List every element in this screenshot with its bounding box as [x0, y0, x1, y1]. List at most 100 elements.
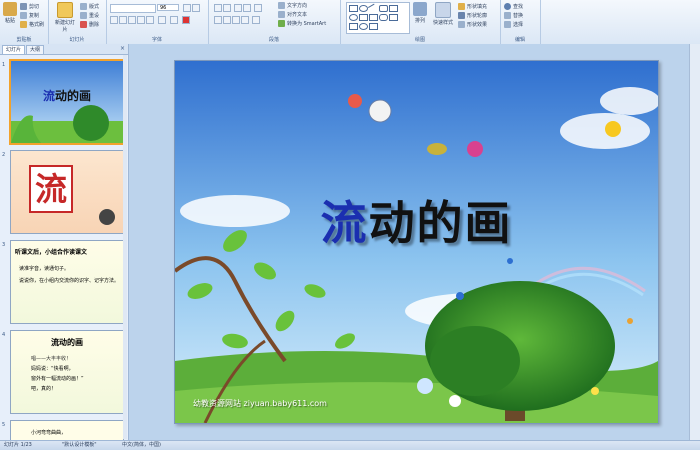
- increase-indent-icon[interactable]: [243, 4, 251, 12]
- font-name-field[interactable]: [110, 4, 156, 13]
- smiley-shape-icon[interactable]: [359, 23, 368, 30]
- layout-button[interactable]: 版式: [80, 3, 99, 10]
- outline-pen-icon: [458, 12, 465, 19]
- reset-button[interactable]: 重设: [80, 12, 99, 19]
- callout-shape-icon[interactable]: [379, 14, 388, 21]
- ribbon: 粘贴 剪切 复制 格式刷 剪贴板 新建幻灯片 版式 重设 删除 幻灯片 96 字…: [0, 0, 700, 45]
- line-shape-icon[interactable]: [367, 3, 378, 13]
- font-color-icon[interactable]: [182, 16, 190, 24]
- find-button[interactable]: 查找: [504, 3, 523, 10]
- circle-shape-icon[interactable]: [349, 14, 358, 21]
- arrow-shape-icon[interactable]: [359, 14, 368, 21]
- smartart-icon: [278, 20, 285, 27]
- slide-number: 1: [2, 62, 6, 68]
- character-icon: [99, 209, 115, 225]
- new-slide-button[interactable]: 新建幻灯片: [54, 2, 76, 33]
- font-group: 96 字体: [106, 0, 209, 44]
- quick-styles-icon: [435, 2, 451, 18]
- current-slide[interactable]: 流动的画 幼教资源网站 ziyuan.baby611.com: [174, 60, 659, 424]
- drawing-group: 排列 快速样式 形状填充 形状轮廓 形状效果 绘图: [340, 0, 501, 44]
- columns-icon[interactable]: [252, 16, 260, 24]
- rounded-rect-shape-icon[interactable]: [379, 5, 388, 12]
- shape-effects-button[interactable]: 形状效果: [458, 21, 487, 28]
- scissors-icon: [20, 3, 27, 10]
- textbox-shape-icon[interactable]: [389, 5, 398, 12]
- strikethrough-icon[interactable]: [137, 16, 145, 24]
- shapes-gallery[interactable]: [346, 2, 410, 34]
- text-direction-button[interactable]: 文字方向: [278, 2, 307, 9]
- tab-outline[interactable]: 大纲: [26, 45, 45, 54]
- align-center-icon[interactable]: [223, 16, 231, 24]
- triangle-shape-icon[interactable]: [349, 23, 358, 30]
- rectangle-shape-icon[interactable]: [349, 5, 358, 12]
- copy-button[interactable]: 复制: [20, 12, 39, 19]
- convert-smartart-button[interactable]: 转换为 SmartArt: [278, 20, 326, 27]
- char-spacing-icon[interactable]: [158, 16, 166, 24]
- tab-slides[interactable]: 幻灯片: [2, 45, 26, 54]
- shape-outline-button[interactable]: 形状轮廓: [458, 12, 487, 19]
- slide-watermark: 幼教资源网站 ziyuan.baby611.com: [193, 399, 327, 408]
- star-shape-icon[interactable]: [369, 14, 378, 21]
- slide-editor: 流动的画 幼教资源网站 ziyuan.baby611.com: [129, 44, 700, 440]
- numbering-icon[interactable]: [223, 4, 231, 12]
- slide-number: 4: [2, 332, 6, 338]
- text-direction-icon: [278, 2, 285, 9]
- cursor-icon: [504, 21, 511, 28]
- curve-shape-icon[interactable]: [369, 23, 378, 30]
- fill-bucket-icon: [458, 3, 465, 10]
- line-spacing-icon[interactable]: [254, 4, 262, 12]
- slide-thumbnail-5[interactable]: 小河弯弯曲曲，: [10, 420, 124, 441]
- change-case-icon[interactable]: [170, 16, 178, 24]
- quick-styles-button[interactable]: 快速样式: [432, 2, 454, 26]
- layout-icon: [80, 3, 87, 10]
- paste-button[interactable]: 粘贴: [2, 2, 18, 24]
- slide-title[interactable]: 流动的画: [175, 187, 658, 253]
- thumb-line: 唱——大丰丰收！: [31, 356, 72, 362]
- paragraph-group: 文字方向 对齐文本 转换为 SmartArt 段落: [208, 0, 341, 44]
- select-button[interactable]: 选择: [504, 21, 523, 28]
- thumb-bullet: 说说你，在小组内交流你的识字、记字方法。: [19, 278, 120, 284]
- thumb-line: 小河弯弯曲曲，: [31, 430, 67, 436]
- cut-button[interactable]: 剪切: [20, 3, 39, 10]
- slides-group-label: 幻灯片: [69, 37, 85, 43]
- slide-thumbnail-1[interactable]: 流动的画: [9, 59, 125, 145]
- thumb-line: 窗外有一幅流动的画！”: [31, 376, 84, 382]
- format-painter-button[interactable]: 格式刷: [20, 21, 44, 28]
- pane-scrollbar[interactable]: [123, 55, 127, 439]
- reset-icon: [80, 12, 87, 19]
- delete-button[interactable]: 删除: [80, 21, 99, 28]
- grow-font-icon[interactable]: [183, 4, 191, 12]
- clipboard-group: 粘贴 剪切 复制 格式刷 剪贴板: [0, 0, 49, 44]
- thumb-heading: 流动的画: [51, 338, 83, 347]
- shadow-icon[interactable]: [146, 16, 154, 24]
- align-left-icon[interactable]: [214, 16, 222, 24]
- font-size-field[interactable]: 96: [157, 4, 179, 11]
- slide-thumbnail-2[interactable]: 流: [10, 150, 124, 234]
- shrink-font-icon[interactable]: [192, 4, 200, 12]
- close-icon[interactable]: ×: [120, 45, 125, 52]
- binoculars-icon: [504, 3, 511, 10]
- arrange-button[interactable]: 排列: [412, 2, 428, 24]
- drawing-group-label: 绘图: [414, 37, 425, 43]
- thumb-big-char: 流: [29, 165, 73, 213]
- editor-scrollbar[interactable]: [689, 44, 700, 440]
- copy-icon: [20, 12, 27, 19]
- clipboard-group-label: 剪贴板: [16, 37, 32, 43]
- align-text-icon: [278, 11, 285, 18]
- italic-icon[interactable]: [119, 16, 127, 24]
- align-right-icon[interactable]: [232, 16, 240, 24]
- slide-thumbnail-3[interactable]: 听课文后，小组合作读课文 读准字音，读通句子。 说说你，在小组内交流你的识字、记…: [10, 240, 124, 324]
- underline-icon[interactable]: [128, 16, 136, 24]
- decrease-indent-icon[interactable]: [234, 4, 242, 12]
- justify-icon[interactable]: [241, 16, 249, 24]
- brace-shape-icon[interactable]: [389, 14, 398, 21]
- align-text-button[interactable]: 对齐文本: [278, 11, 307, 18]
- thumb-line: 妈妈说：“快看啊，: [31, 366, 74, 372]
- replace-button[interactable]: 替换: [504, 12, 523, 19]
- bullets-icon[interactable]: [214, 4, 222, 12]
- bold-icon[interactable]: [110, 16, 118, 24]
- slide-thumbnail-4[interactable]: 流动的画 唱——大丰丰收！ 妈妈说：“快看啊， 窗外有一幅流动的画！” 吧，真的…: [10, 330, 124, 414]
- oval-shape-icon[interactable]: [359, 5, 368, 12]
- shape-fill-button[interactable]: 形状填充: [458, 3, 487, 10]
- pane-tabs: 幻灯片 大纲 ×: [0, 44, 128, 55]
